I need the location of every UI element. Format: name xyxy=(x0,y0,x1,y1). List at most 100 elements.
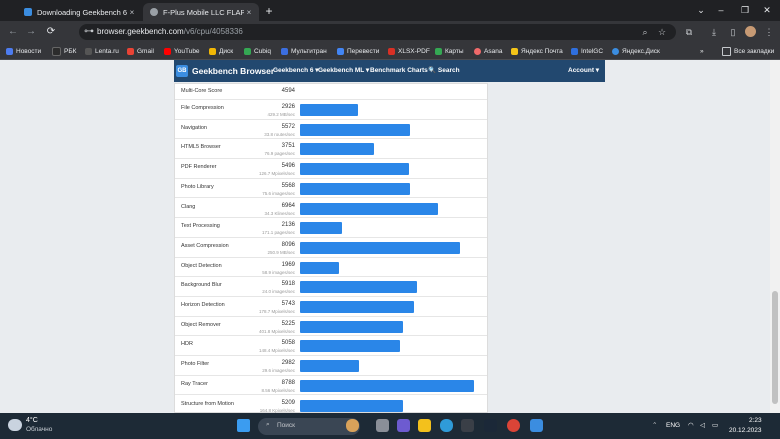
score-bar xyxy=(300,143,375,156)
menu-icon[interactable]: ⋮ xyxy=(762,25,776,39)
multi-core-score-row: Multi-Core Score 4594 xyxy=(175,84,487,100)
bookmark-disk[interactable]: Диск xyxy=(209,45,233,57)
score-bar xyxy=(300,399,404,412)
weather-icon[interactable] xyxy=(8,419,22,431)
maximize-button[interactable]: ❐ xyxy=(736,3,754,17)
bookmark-label: Cubiq xyxy=(254,47,271,55)
geekbench-logo[interactable]: GB xyxy=(176,65,188,77)
close-tab-icon[interactable]: × xyxy=(244,8,254,17)
workload-throughput: 76.9 pages/sec xyxy=(264,151,295,157)
steam-icon[interactable] xyxy=(484,419,497,432)
file-explorer-icon[interactable] xyxy=(418,419,431,432)
maps-icon xyxy=(435,47,442,55)
close-window-button[interactable]: ✕ xyxy=(758,3,776,17)
summary-value: 4594 xyxy=(281,88,295,94)
workload-name: Horizon Detection xyxy=(181,302,225,308)
new-tab-button[interactable]: + xyxy=(262,4,276,18)
bookmark-xlsx-pdf[interactable]: XLSX-PDF xyxy=(388,45,430,57)
forward-button[interactable]: → xyxy=(24,25,38,39)
windows-start-icon[interactable] xyxy=(237,419,250,432)
weather-temp[interactable]: 4°C xyxy=(26,417,38,424)
nav-geekbench-ml[interactable]: Geekbench ML ▾ xyxy=(318,60,369,82)
store-icon[interactable] xyxy=(461,419,474,432)
workload-throughput: 75.6 images/sec xyxy=(262,190,295,196)
gmail-icon xyxy=(127,47,134,55)
bookmark-intelgc[interactable]: IntelGC xyxy=(571,45,603,57)
all-bookmarks[interactable]: Все закладки xyxy=(722,45,774,57)
tab-search-button[interactable]: ⌄ xyxy=(692,3,710,17)
task-view-icon[interactable] xyxy=(376,419,389,432)
extensions-icon[interactable]: ⧉ xyxy=(682,25,696,39)
workload-row: PDF Renderer 5496 126.7 Mpixels/sec xyxy=(175,159,487,179)
workload-name: Asset Compression xyxy=(181,242,229,249)
tab-geekbench-download[interactable]: Downloading Geekbench 6 for × xyxy=(17,3,142,21)
workload-throughput: 58.9 images/sec xyxy=(262,269,295,275)
workload-name: Clang xyxy=(181,203,196,210)
workload-score: 8788 xyxy=(281,379,295,386)
nav-benchmark-charts[interactable]: Benchmark Charts ▾ xyxy=(370,60,433,82)
bookmark-lenta[interactable]: Lenta.ru xyxy=(85,45,119,57)
minimize-button[interactable]: – xyxy=(712,3,730,17)
wifi-icon[interactable]: ◠ xyxy=(688,421,694,429)
bookmark-maps[interactable]: Карты xyxy=(435,45,464,57)
workload-row: Ray Tracer 8788 8.56 Mpixels/sec xyxy=(175,376,487,396)
geekbench-taskbar-icon[interactable] xyxy=(530,419,543,432)
nav-account[interactable]: Account ▾ xyxy=(568,60,599,82)
bookmark-youtube[interactable]: YouTube xyxy=(164,45,200,57)
close-tab-icon[interactable]: × xyxy=(127,8,137,17)
bookmark-novosti[interactable]: Новости xyxy=(6,45,41,57)
workload-score: 3751 xyxy=(281,143,295,150)
clock-time[interactable]: 2:23 xyxy=(749,417,762,424)
score-bar xyxy=(300,104,358,116)
reload-button[interactable]: ⟳ xyxy=(44,25,58,39)
bookmark-translate[interactable]: Перевести xyxy=(337,45,379,57)
workload-throughput: 164.8 Kpixels/sec xyxy=(259,407,295,413)
score-bar xyxy=(300,163,409,176)
site-info-icon[interactable]: ⊶ xyxy=(82,25,96,39)
tab-title: Downloading Geekbench 6 for xyxy=(37,7,127,17)
bookmark-yandex-disk[interactable]: Яндекс.Диск xyxy=(612,45,660,57)
lenta-icon xyxy=(85,47,92,55)
bookmark-cubiq[interactable]: Cubiq xyxy=(244,45,271,57)
tray-overflow-icon[interactable]: ⌃ xyxy=(652,421,657,429)
download-icon[interactable]: ⤓ xyxy=(707,25,721,39)
clock-date[interactable]: 20.12.2023 xyxy=(729,427,762,434)
taskbar-search[interactable] xyxy=(258,418,360,435)
battery-icon[interactable]: ▭ xyxy=(712,421,718,429)
zoom-icon[interactable]: ⌕ xyxy=(638,25,652,39)
input-language[interactable]: ENG xyxy=(666,422,680,429)
bookmark-label: Все закладки xyxy=(734,47,775,55)
workload-throughput: 401.8 Mpixels/sec xyxy=(258,328,295,334)
tab-cpu-result[interactable]: F-Plus Mobile LLC FLAPTOP r × xyxy=(143,3,259,21)
url-text[interactable]: browser.geekbench.com/v6/cpu/4058336 xyxy=(97,24,243,40)
workload-row: Horizon Detection 5743 178.7 Mpixels/sec xyxy=(175,297,487,317)
folder-icon xyxy=(722,46,731,56)
workload-row: Asset Compression 8096 250.9 MB/sec xyxy=(175,238,487,258)
scrollbar-thumb[interactable] xyxy=(772,291,778,404)
workload-throughput: 24.0 images/sec xyxy=(262,289,295,295)
side-panel-icon[interactable]: ▯ xyxy=(726,25,740,39)
translate-icon xyxy=(337,47,344,55)
workload-row: Navigation 5572 33.8 routes/sec xyxy=(175,120,487,140)
bookmark-rbk[interactable]: РБК xyxy=(52,45,76,57)
chrome-icon[interactable] xyxy=(507,419,520,432)
volume-icon[interactable]: ◁ xyxy=(700,421,705,429)
geekbench-browser-link[interactable]: Geekbench Browser xyxy=(192,60,274,82)
bookmark-label: YouTube xyxy=(174,47,200,55)
bookmarks-overflow-button[interactable]: » xyxy=(700,45,704,57)
profile-avatar[interactable] xyxy=(745,26,756,37)
workload-score: 5918 xyxy=(281,281,295,288)
bookmark-star-icon[interactable]: ☆ xyxy=(655,25,669,39)
back-button[interactable]: ← xyxy=(6,25,20,39)
bookmark-yandex-mail[interactable]: Яндекс Почта xyxy=(511,45,563,57)
weather-desc[interactable]: Облачно xyxy=(26,426,52,433)
nav-search[interactable]: 🔍 Search xyxy=(428,60,460,82)
vk-icon xyxy=(6,47,13,55)
workload-name: Background Blur xyxy=(181,282,222,289)
bookmark-asana[interactable]: Asana xyxy=(474,45,502,57)
bookmark-multitran[interactable]: Мультитран xyxy=(281,45,327,57)
chat-icon[interactable] xyxy=(397,419,410,432)
nav-geekbench-6[interactable]: Geekbench 6 ▾ xyxy=(273,60,319,82)
bookmark-gmail[interactable]: Gmail xyxy=(127,45,154,57)
edge-icon[interactable] xyxy=(440,419,453,432)
